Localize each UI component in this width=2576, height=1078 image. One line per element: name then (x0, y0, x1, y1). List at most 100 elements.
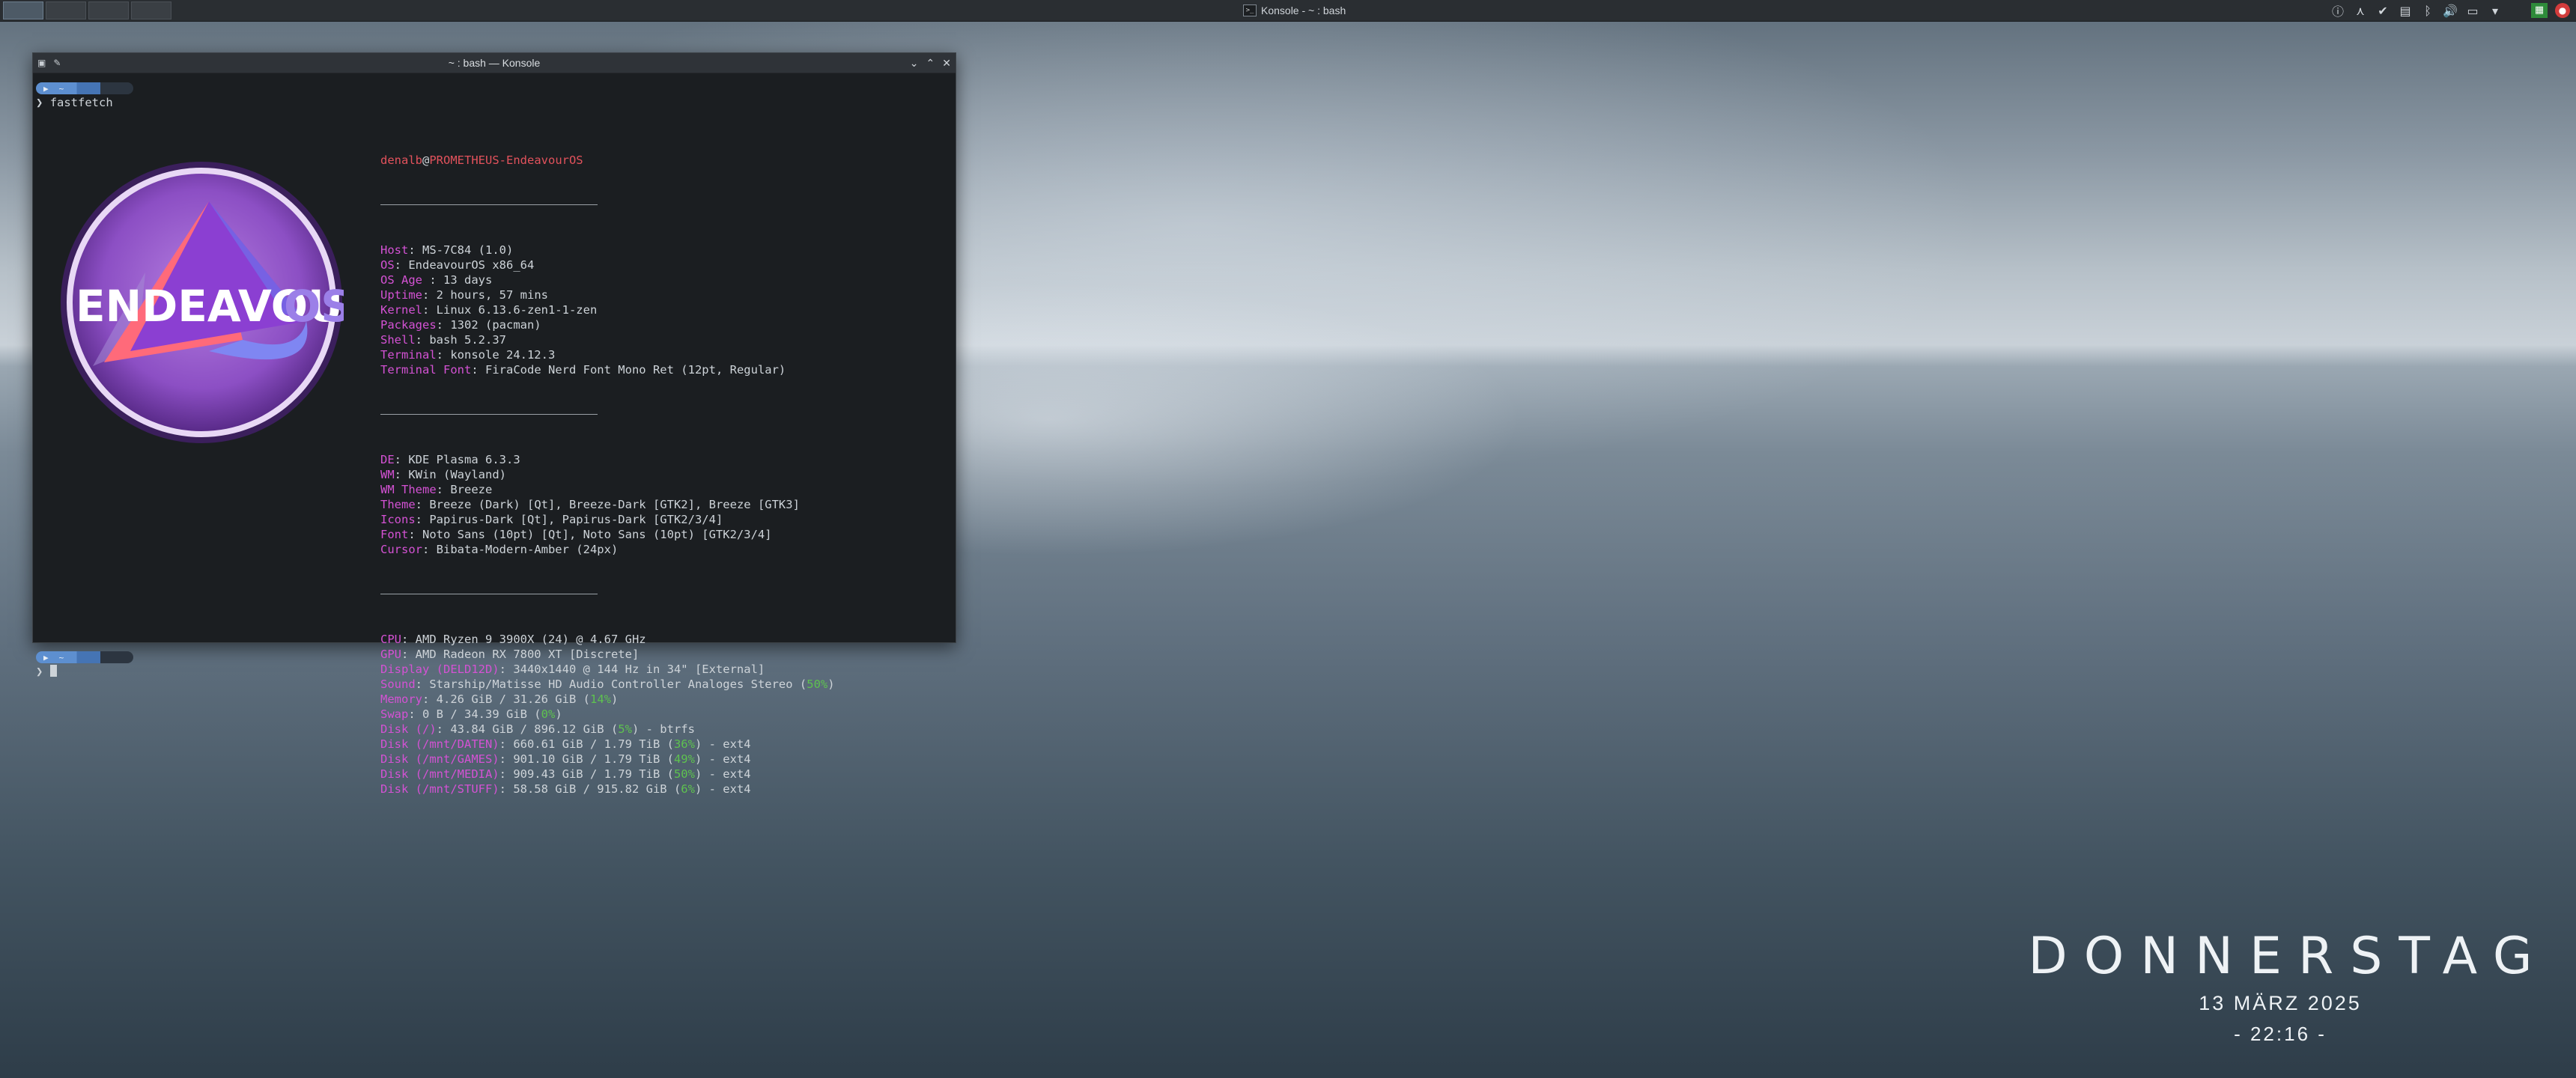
info-key: Cursor (380, 543, 422, 556)
info-key: DE (380, 453, 395, 466)
prompt-segment: ▶ ~ (36, 651, 133, 663)
username: denalb (380, 153, 422, 167)
calendar-icon[interactable]: ▦ (2531, 3, 2548, 18)
info-row: OS: EndeavourOS x86_64 (380, 258, 535, 272)
info-value: bash 5.2.37 (429, 333, 506, 347)
info-value: ) (610, 692, 619, 706)
info-value: 0 B / 34.39 GiB ( (422, 707, 541, 721)
info-key: WM (380, 468, 395, 481)
info-key: OS Age (380, 273, 430, 287)
info-row: Uptime: 2 hours, 57 mins (380, 288, 548, 302)
network-icon[interactable]: ▭ (2465, 4, 2480, 18)
system-tray: ⓘ ⋏ ✔ ▤ ᛒ 🔊 ▭ ▾ ▦ ● (2330, 1, 2570, 19)
info-row: Packages: 1302 (pacman) (380, 318, 541, 332)
info-row: Kernel: Linux 6.13.6-zen1-1-zen (380, 303, 598, 317)
minimize-icon[interactable]: ⌄ (910, 57, 919, 70)
info-value: ) - ext4 (694, 737, 751, 751)
info-icon[interactable]: ⓘ (2330, 1, 2345, 19)
close-icon[interactable]: ✕ (942, 57, 951, 70)
info-row: WM: KWin (Wayland) (380, 468, 506, 481)
app-menu-icon[interactable]: ▣ (37, 58, 46, 68)
info-value: ) - ext4 (694, 767, 751, 781)
virtual-desktop-pager[interactable] (3, 1, 171, 19)
desktop-3[interactable] (88, 1, 129, 19)
clipboard-icon[interactable]: ▤ (2398, 4, 2413, 18)
info-value: ) (555, 707, 562, 721)
desktop-2[interactable] (46, 1, 86, 19)
info-value: Linux 6.13.6-zen1-1-zen (436, 303, 598, 317)
window-title: ~ : bash — Konsole (448, 57, 541, 69)
active-command-line[interactable]: ❯ (36, 665, 57, 678)
info-key: Disk (/mnt/STUFF) (380, 782, 499, 796)
usage-percent: 14% (589, 692, 611, 706)
info-row: DE: KDE Plasma 6.3.3 (380, 453, 520, 466)
top-panel: >_ Konsole - ~ : bash ⓘ ⋏ ✔ ▤ ᛒ 🔊 ▭ ▾ ▦ … (0, 0, 2576, 22)
task-title: Konsole - ~ : bash (1261, 4, 1346, 16)
info-value: 2 hours, 57 mins (436, 288, 548, 302)
separator (380, 407, 835, 422)
check-icon[interactable]: ✔ (2375, 4, 2390, 18)
info-value: 4.26 GiB / 31.26 GiB ( (436, 692, 590, 706)
hostname: PROMETHEUS-EndeavourOS (429, 153, 583, 167)
fastfetch-output: denalb@PROMETHEUS-EndeavourOS Host: MS-7… (380, 123, 835, 826)
endeavouros-logo: ENDEAVOUR OS (61, 162, 344, 443)
volume-icon[interactable]: 🔊 (2443, 4, 2458, 18)
info-key: Swap (380, 707, 409, 721)
endeavour-icon[interactable]: ⋏ (2353, 4, 2368, 18)
notifications-icon[interactable]: ● (2555, 3, 2570, 18)
info-value: 3440x1440 @ 144 Hz in 34" [External] (513, 663, 765, 676)
window-titlebar[interactable]: ▣ ✎ ~ : bash — Konsole ⌄ ⌃ ✕ (33, 53, 956, 73)
terminal-area[interactable]: ▶ ~ ❯ fastfetch ENDEAVOUR OS (33, 73, 956, 796)
info-value: MS-7C84 (1.0) (422, 243, 514, 257)
info-key: Memory (380, 692, 422, 706)
info-key: Disk (/mnt/DATEN) (380, 737, 499, 751)
info-value: 1302 (pacman) (450, 318, 541, 332)
maximize-icon[interactable]: ⌃ (926, 57, 935, 70)
usage-percent: 5% (618, 722, 632, 736)
info-row: WM Theme: Breeze (380, 483, 493, 496)
task-konsole[interactable]: >_ Konsole - ~ : bash (1243, 3, 1346, 18)
bluetooth-icon[interactable]: ᛒ (2420, 4, 2435, 18)
info-value: ) - btrfs (631, 722, 695, 736)
info-key: Uptime (380, 288, 422, 302)
info-row: Display (DELD12D): 3440x1440 @ 144 Hz in… (380, 663, 765, 676)
date: 13 MÄRZ 2025 (2199, 992, 2362, 1014)
clock-widget: DONNERSTAG 13 MÄRZ 2025 - 22:16 - (2018, 927, 2542, 1046)
info-row: Terminal Font: FiraCode Nerd Font Mono R… (380, 363, 786, 377)
info-row: Swap: 0 B / 34.39 GiB (0%) (380, 707, 562, 721)
prompt-symbol: ❯ (36, 665, 43, 678)
desktop-1[interactable] (3, 1, 43, 19)
desktop-4[interactable] (131, 1, 171, 19)
info-key: Packages (380, 318, 437, 332)
info-value: 901.10 GiB / 1.79 TiB ( (513, 752, 674, 766)
info-key: Terminal (380, 348, 437, 362)
info-row: Host: MS-7C84 (1.0) (380, 243, 514, 257)
info-row: Sound: Starship/Matisse HD Audio Control… (380, 677, 835, 691)
prompt-arrow-icon: ▶ (43, 83, 49, 94)
info-key: CPU (380, 633, 401, 646)
separator (380, 198, 835, 213)
info-value: Bibata-Modern-Amber (24px) (436, 543, 619, 556)
konsole-window[interactable]: ▣ ✎ ~ : bash — Konsole ⌄ ⌃ ✕ ▶ ~ ❯ fastf… (32, 52, 956, 796)
info-value: KDE Plasma 6.3.3 (408, 453, 520, 466)
info-key: Theme (380, 498, 416, 511)
info-value: FiraCode Nerd Font Mono Ret (12pt, Regul… (485, 363, 786, 377)
pin-icon[interactable]: ✎ (53, 58, 61, 68)
usage-percent: 50% (673, 767, 695, 781)
prompt-home: ~ (58, 652, 64, 663)
at-sign: @ (422, 153, 430, 167)
info-key: Display (DELD12D) (380, 663, 499, 676)
usage-percent: 0% (541, 707, 556, 721)
info-value: ) (827, 677, 835, 691)
info-value: ) - ext4 (694, 782, 751, 796)
chevron-down-icon[interactable]: ▾ (2488, 4, 2503, 18)
prompt-segment: ▶ ~ (36, 82, 133, 94)
prompt-arrow-icon: ▶ (43, 652, 49, 663)
prompt-symbol: ❯ (36, 96, 43, 109)
info-value: ) - ext4 (694, 752, 751, 766)
separator (380, 587, 835, 602)
info-row: OS Age : 13 days (380, 273, 493, 287)
usage-percent: 50% (806, 677, 828, 691)
info-value: 43.84 GiB / 896.12 GiB ( (450, 722, 619, 736)
info-row: Disk (/mnt/STUFF): 58.58 GiB / 915.82 Gi… (380, 782, 751, 796)
